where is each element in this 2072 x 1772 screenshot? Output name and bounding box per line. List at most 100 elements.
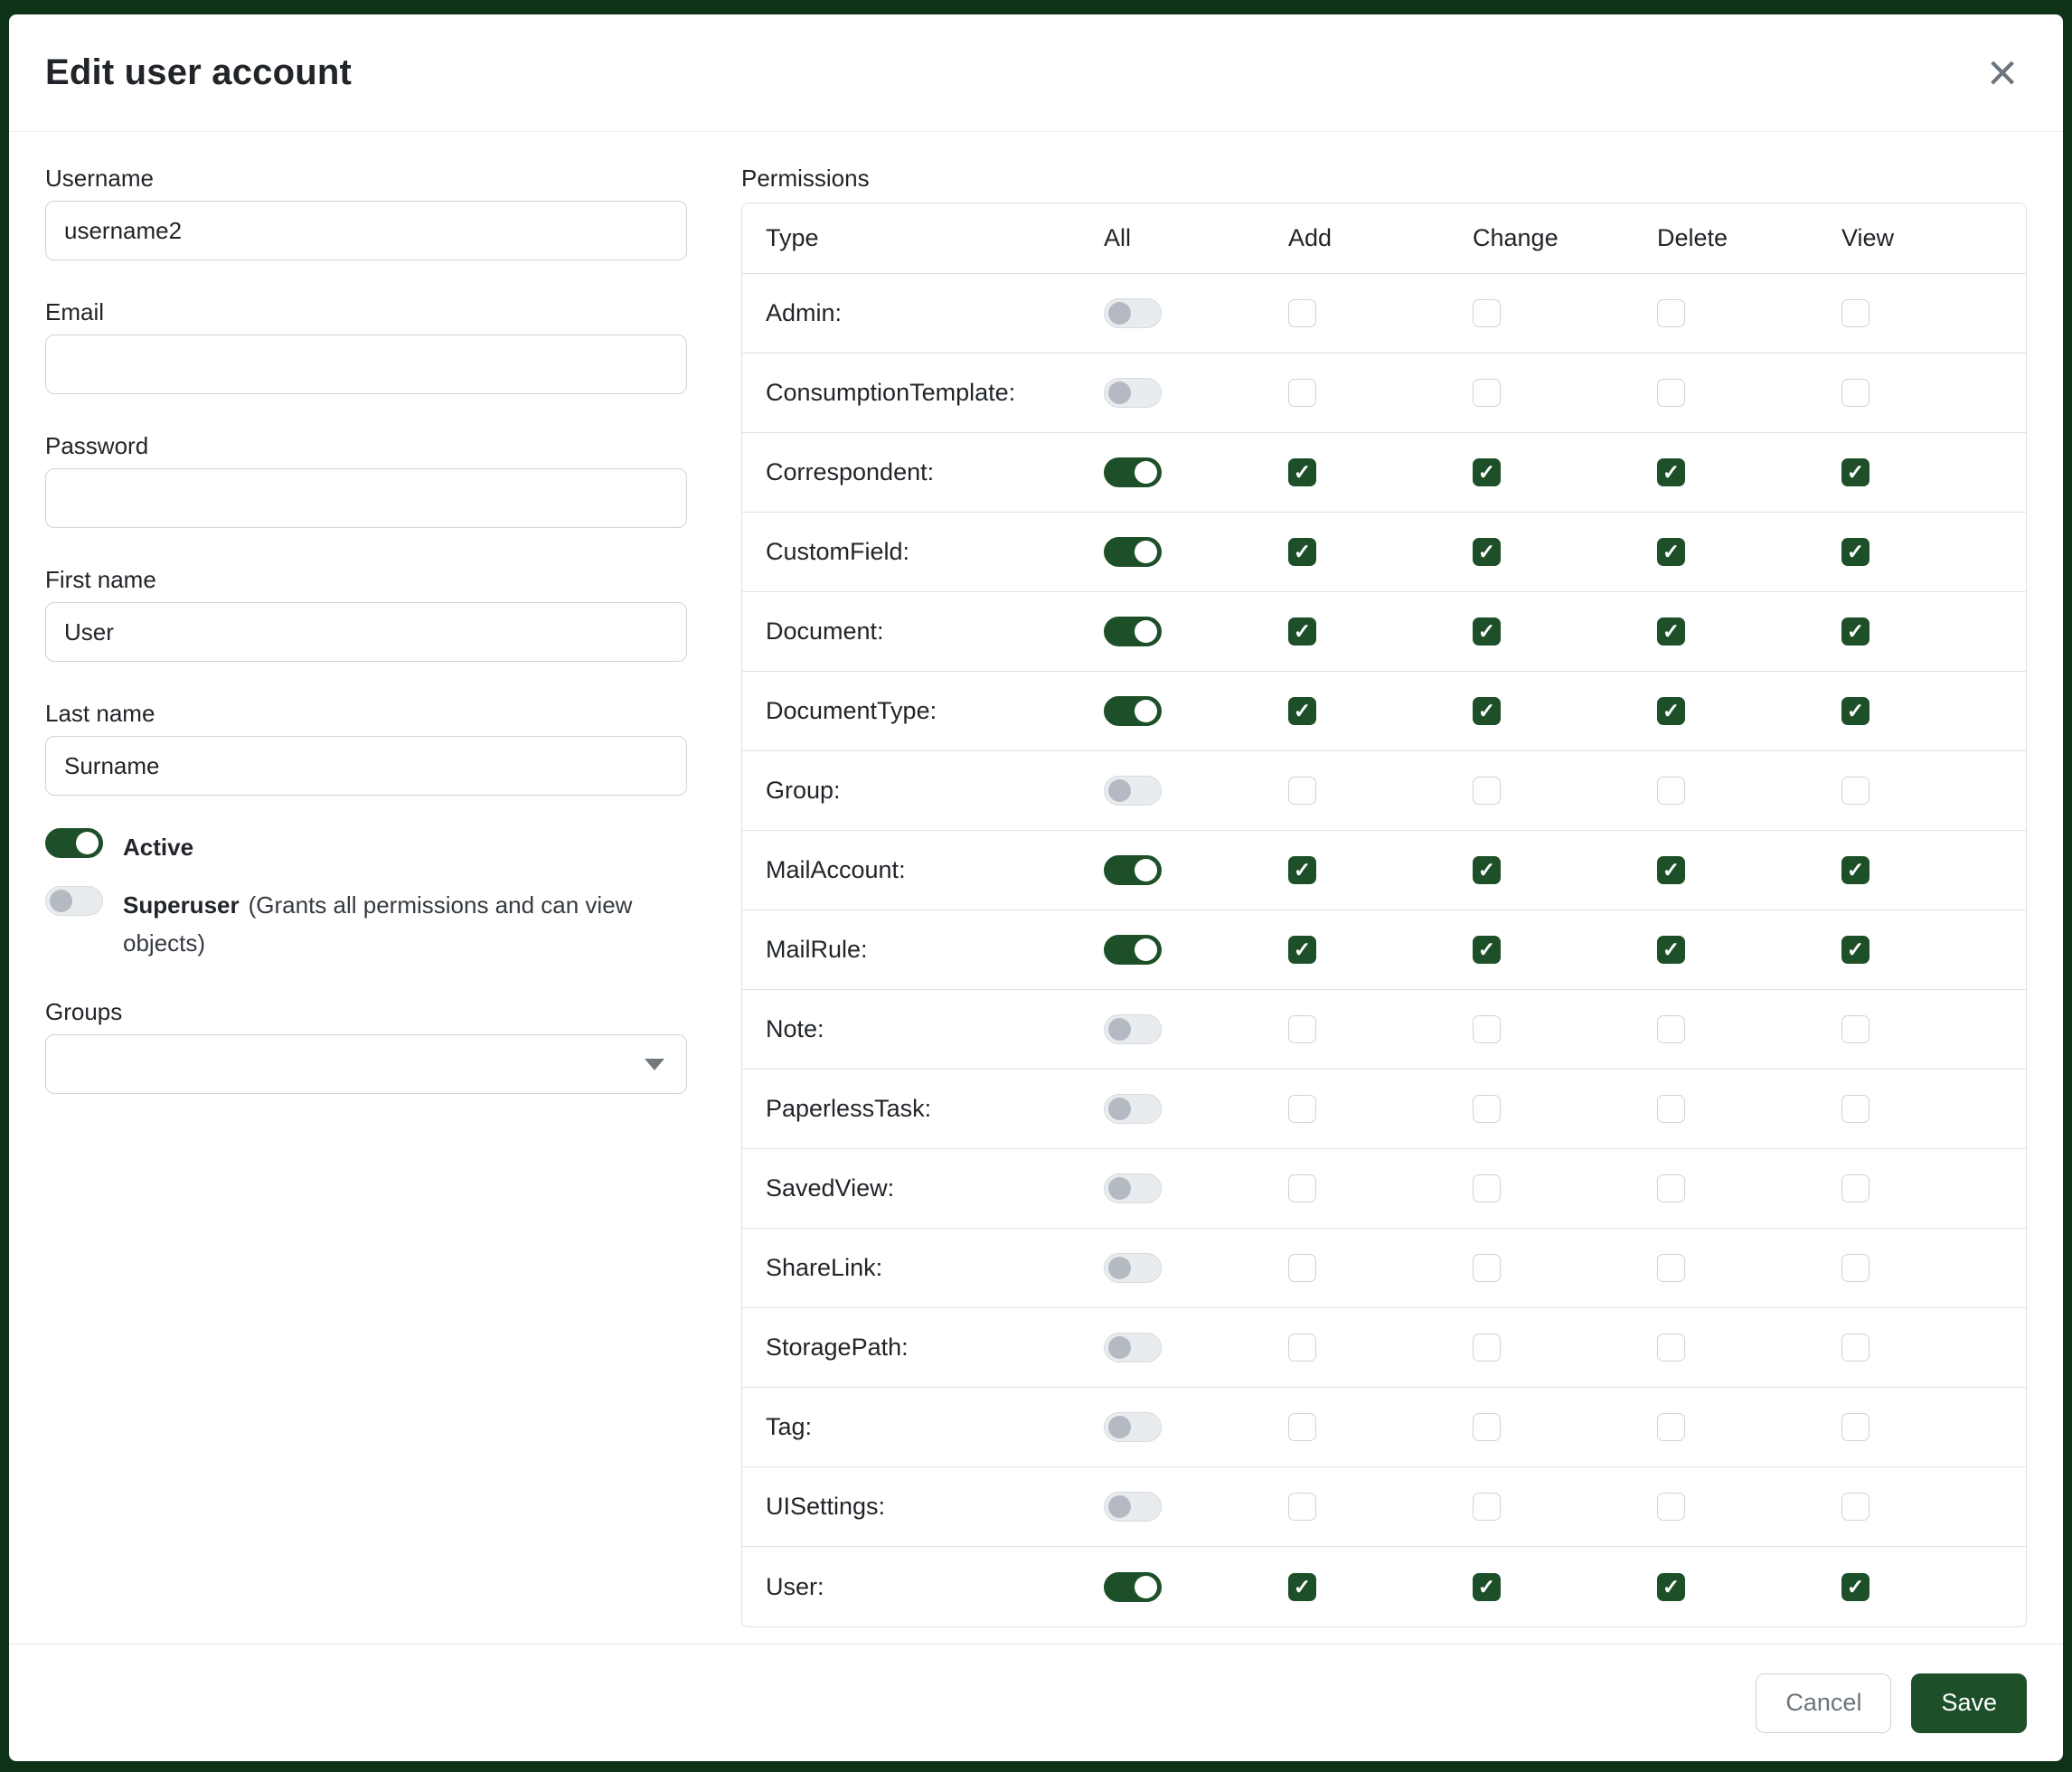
permission-change-checkbox[interactable]: [1473, 1413, 1501, 1441]
permission-delete-checkbox[interactable]: [1657, 777, 1685, 805]
username-input[interactable]: [45, 201, 687, 260]
permission-delete-checkbox[interactable]: [1657, 1095, 1685, 1123]
permission-change-checkbox[interactable]: [1473, 379, 1501, 407]
permission-all-toggle[interactable]: [1104, 855, 1162, 885]
permission-change-checkbox[interactable]: [1473, 1254, 1501, 1282]
permission-view-checkbox[interactable]: ✓: [1841, 1573, 1870, 1601]
permission-all-toggle[interactable]: [1104, 378, 1162, 408]
modal-footer: Cancel Save: [9, 1644, 2063, 1761]
permission-delete-checkbox[interactable]: ✓: [1657, 856, 1685, 884]
last-name-input[interactable]: [45, 736, 687, 796]
permission-view-checkbox[interactable]: [1841, 379, 1870, 407]
permission-view-checkbox[interactable]: [1841, 1015, 1870, 1043]
close-icon[interactable]: ×: [1982, 47, 2023, 99]
permission-add-checkbox[interactable]: [1288, 1413, 1316, 1441]
permission-view-checkbox[interactable]: [1841, 1413, 1870, 1441]
permission-all-toggle[interactable]: [1104, 776, 1162, 806]
permission-view-checkbox[interactable]: ✓: [1841, 617, 1870, 646]
permission-change-checkbox[interactable]: ✓: [1473, 697, 1501, 725]
permission-all-toggle[interactable]: [1104, 1492, 1162, 1522]
permission-all-toggle[interactable]: [1104, 1094, 1162, 1124]
permission-delete-checkbox[interactable]: [1657, 1493, 1685, 1521]
permission-view-checkbox[interactable]: ✓: [1841, 538, 1870, 566]
permission-all-toggle[interactable]: [1104, 617, 1162, 646]
edit-user-modal: Edit user account × Username Email Passw…: [9, 14, 2063, 1761]
permission-view-checkbox[interactable]: [1841, 1254, 1870, 1282]
permission-add-checkbox[interactable]: [1288, 1493, 1316, 1521]
permission-change-checkbox[interactable]: ✓: [1473, 936, 1501, 964]
permission-delete-checkbox[interactable]: [1657, 1174, 1685, 1202]
permission-all-toggle[interactable]: [1104, 1412, 1162, 1442]
permission-add-checkbox[interactable]: [1288, 1334, 1316, 1362]
permission-change-checkbox[interactable]: ✓: [1473, 856, 1501, 884]
permission-all-toggle[interactable]: [1104, 537, 1162, 567]
permission-all-toggle[interactable]: [1104, 1333, 1162, 1362]
permission-delete-checkbox[interactable]: ✓: [1657, 936, 1685, 964]
email-input[interactable]: [45, 335, 687, 394]
permission-add-checkbox[interactable]: ✓: [1288, 458, 1316, 486]
permission-all-toggle[interactable]: [1104, 1253, 1162, 1283]
permission-delete-checkbox[interactable]: [1657, 299, 1685, 327]
superuser-toggle[interactable]: [45, 886, 103, 916]
permission-view-checkbox[interactable]: ✓: [1841, 697, 1870, 725]
permission-delete-checkbox[interactable]: ✓: [1657, 697, 1685, 725]
permission-change-checkbox[interactable]: [1473, 299, 1501, 327]
password-input[interactable]: [45, 468, 687, 528]
permission-all-toggle[interactable]: [1104, 935, 1162, 965]
permission-delete-checkbox[interactable]: [1657, 379, 1685, 407]
permission-view-checkbox[interactable]: ✓: [1841, 936, 1870, 964]
permission-add-checkbox[interactable]: ✓: [1288, 538, 1316, 566]
permission-view-checkbox[interactable]: ✓: [1841, 856, 1870, 884]
permission-add-checkbox[interactable]: [1288, 1095, 1316, 1123]
permission-row: MailRule:✓✓✓✓: [742, 910, 2026, 990]
permission-all-toggle[interactable]: [1104, 1572, 1162, 1602]
permission-add-checkbox[interactable]: [1288, 379, 1316, 407]
permission-view-checkbox[interactable]: [1841, 1174, 1870, 1202]
permission-all-toggle[interactable]: [1104, 457, 1162, 487]
permission-view-checkbox[interactable]: [1841, 1493, 1870, 1521]
save-button[interactable]: Save: [1911, 1673, 2027, 1733]
permission-add-checkbox[interactable]: [1288, 1174, 1316, 1202]
permission-view-checkbox[interactable]: [1841, 1095, 1870, 1123]
permission-change-checkbox[interactable]: [1473, 1174, 1501, 1202]
permission-delete-checkbox[interactable]: [1657, 1015, 1685, 1043]
permission-delete-checkbox[interactable]: [1657, 1254, 1685, 1282]
permission-view-checkbox[interactable]: [1841, 777, 1870, 805]
permission-change-checkbox[interactable]: ✓: [1473, 538, 1501, 566]
permission-change-checkbox[interactable]: [1473, 777, 1501, 805]
permission-view-checkbox[interactable]: [1841, 299, 1870, 327]
permission-change-checkbox[interactable]: [1473, 1493, 1501, 1521]
permission-delete-checkbox[interactable]: ✓: [1657, 617, 1685, 646]
permission-change-checkbox[interactable]: [1473, 1015, 1501, 1043]
permission-delete-checkbox[interactable]: ✓: [1657, 1573, 1685, 1601]
first-name-input[interactable]: [45, 602, 687, 662]
permission-all-toggle[interactable]: [1104, 696, 1162, 726]
permission-add-checkbox[interactable]: ✓: [1288, 697, 1316, 725]
permission-change-checkbox[interactable]: ✓: [1473, 617, 1501, 646]
permission-change-checkbox[interactable]: ✓: [1473, 1573, 1501, 1601]
permission-delete-checkbox[interactable]: [1657, 1413, 1685, 1441]
permission-all-toggle[interactable]: [1104, 1014, 1162, 1044]
permission-change-checkbox[interactable]: ✓: [1473, 458, 1501, 486]
permission-add-checkbox[interactable]: ✓: [1288, 617, 1316, 646]
permission-change-checkbox[interactable]: [1473, 1334, 1501, 1362]
permission-add-checkbox[interactable]: [1288, 777, 1316, 805]
permission-add-checkbox[interactable]: [1288, 1254, 1316, 1282]
toggle-knob: [1135, 461, 1157, 484]
permission-delete-checkbox[interactable]: ✓: [1657, 458, 1685, 486]
permission-change-checkbox[interactable]: [1473, 1095, 1501, 1123]
permission-all-toggle[interactable]: [1104, 298, 1162, 328]
groups-select[interactable]: [45, 1034, 687, 1094]
permission-add-checkbox[interactable]: [1288, 1015, 1316, 1043]
permission-view-checkbox[interactable]: [1841, 1334, 1870, 1362]
cancel-button[interactable]: Cancel: [1756, 1673, 1891, 1733]
permission-delete-checkbox[interactable]: [1657, 1334, 1685, 1362]
permission-add-checkbox[interactable]: ✓: [1288, 936, 1316, 964]
permission-add-checkbox[interactable]: ✓: [1288, 1573, 1316, 1601]
permission-add-checkbox[interactable]: [1288, 299, 1316, 327]
permission-view-checkbox[interactable]: ✓: [1841, 458, 1870, 486]
permission-add-checkbox[interactable]: ✓: [1288, 856, 1316, 884]
permission-delete-checkbox[interactable]: ✓: [1657, 538, 1685, 566]
permission-all-toggle[interactable]: [1104, 1173, 1162, 1203]
active-toggle[interactable]: [45, 828, 103, 858]
